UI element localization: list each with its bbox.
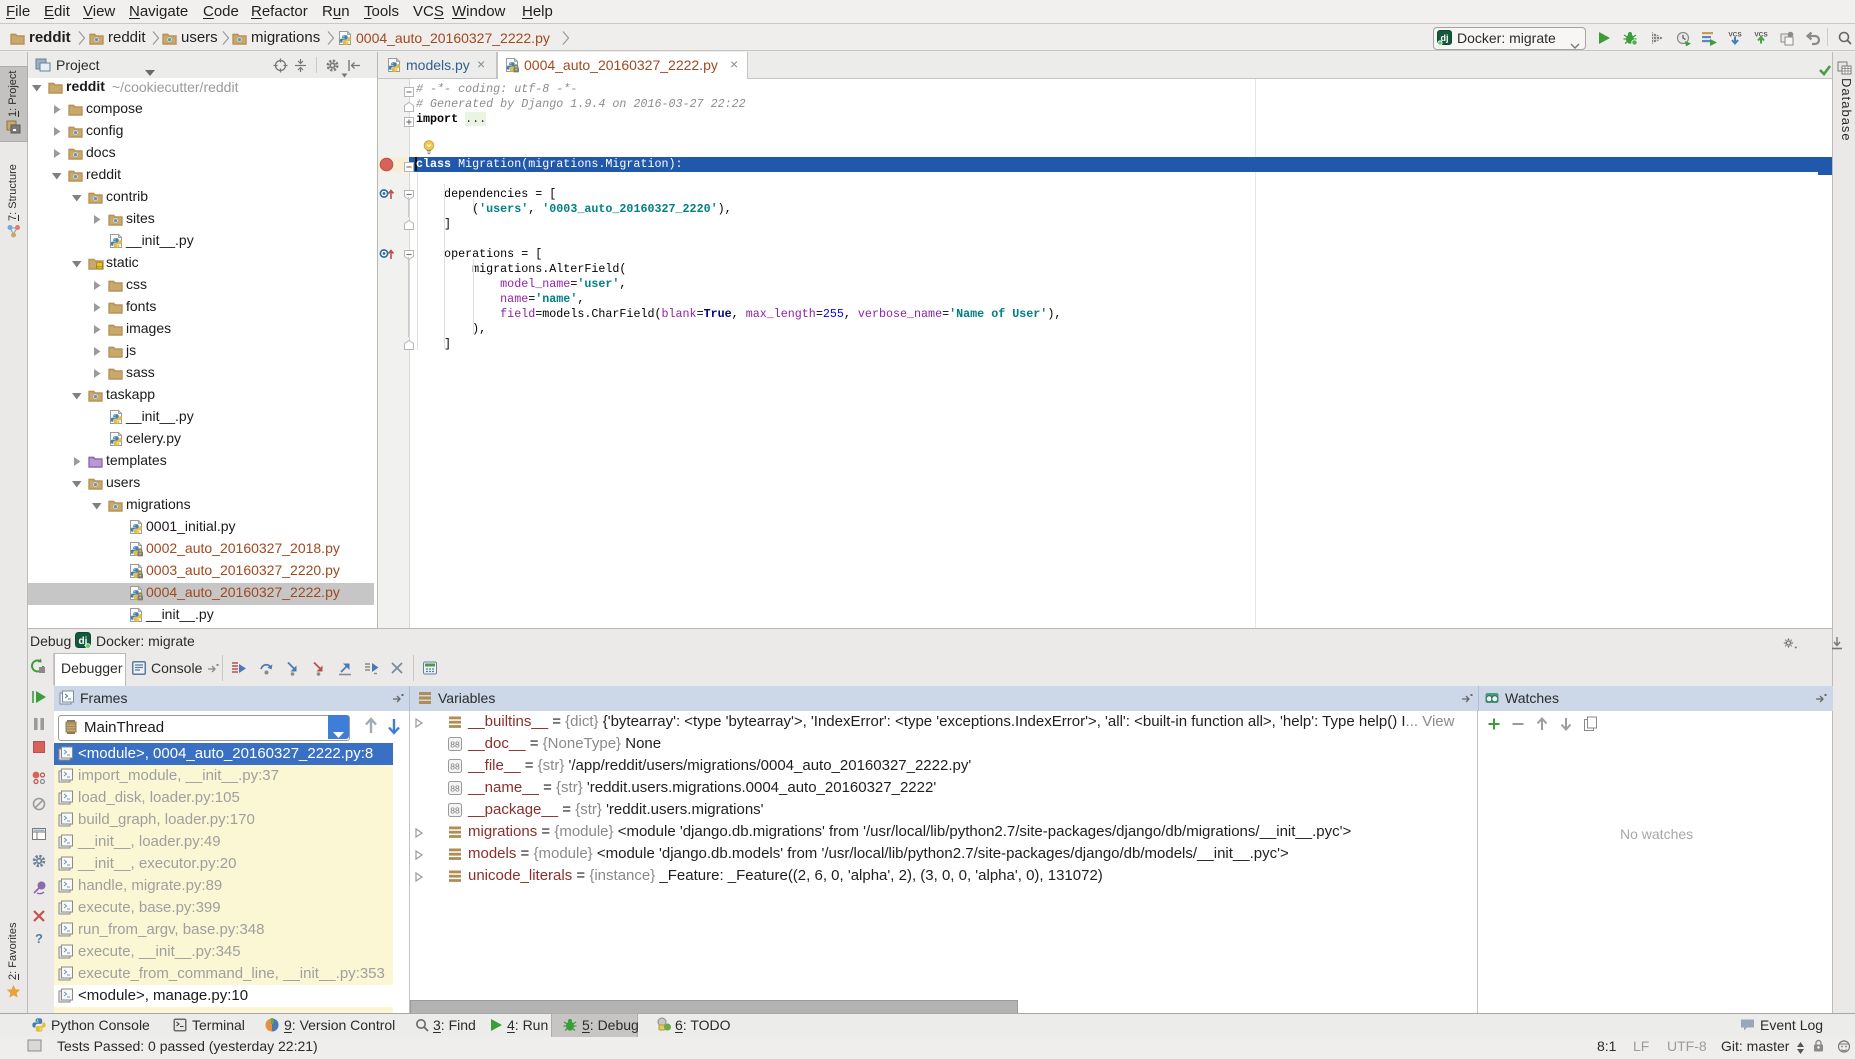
svg-text:?: ? — [35, 931, 43, 946]
svg-text:88: 88 — [450, 740, 460, 750]
svg-text:88: 88 — [450, 806, 460, 816]
svg-text:88: 88 — [450, 762, 460, 772]
svg-text:88: 88 — [450, 784, 460, 794]
